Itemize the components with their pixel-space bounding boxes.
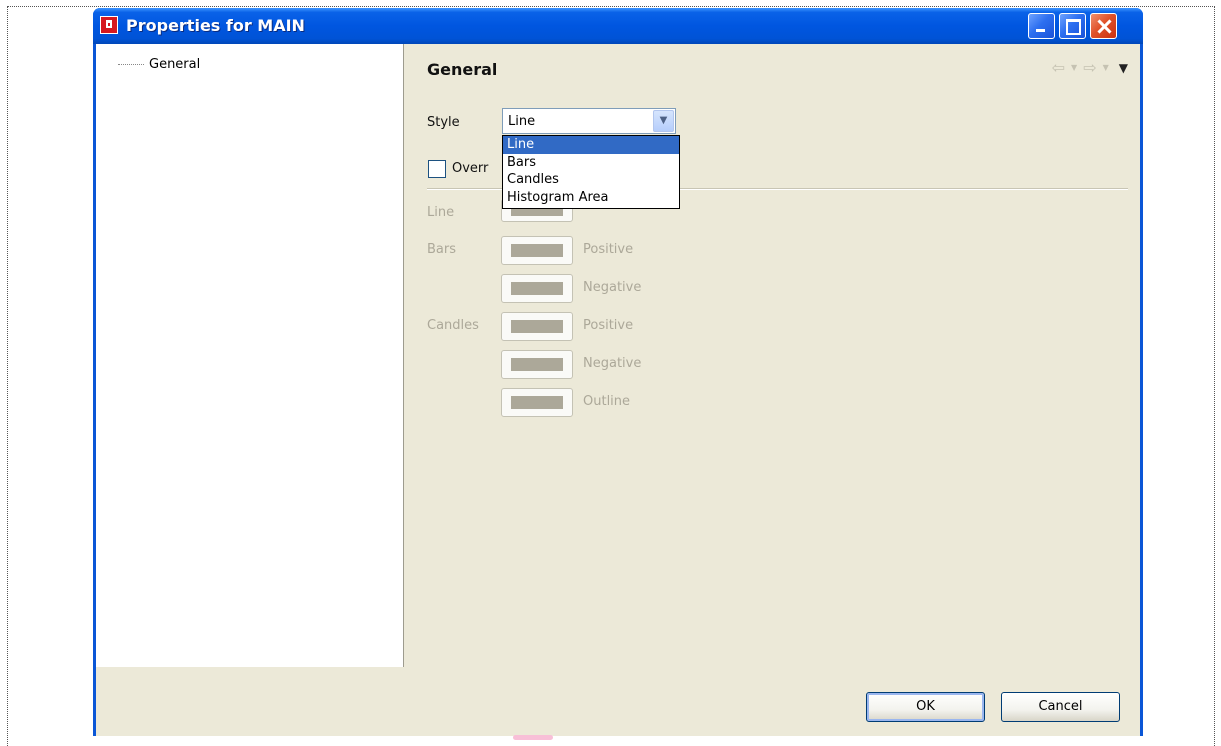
- properties-page: General ⇦ ▼ ⇨ ▼ ▼ Style Line ▼ Line Bars…: [405, 44, 1140, 667]
- override-label: Overr: [452, 161, 489, 176]
- style-option-line[interactable]: Line: [503, 136, 679, 154]
- button-bar: OK Cancel: [96, 668, 1140, 736]
- line-color-label: Line: [427, 205, 455, 220]
- dialog-client-area: General General ⇦ ▼ ⇨ ▼ ▼ Style Line ▼ L…: [96, 44, 1140, 736]
- ok-button[interactable]: OK: [866, 692, 985, 722]
- window-title: Properties for MAIN: [126, 16, 305, 35]
- cancel-button[interactable]: Cancel: [1001, 692, 1120, 722]
- forward-arrow-icon[interactable]: ⇨: [1083, 58, 1096, 77]
- title-bar[interactable]: Properties for MAIN: [93, 8, 1143, 44]
- bars-negative-label: Negative: [583, 280, 642, 295]
- bars-negative-swatch[interactable]: [501, 274, 573, 303]
- candles-positive-label: Positive: [583, 318, 634, 333]
- style-option-candles[interactable]: Candles: [503, 171, 679, 189]
- style-option-bars[interactable]: Bars: [503, 154, 679, 172]
- decorative-mark: [513, 735, 553, 740]
- tree-connector: [118, 64, 144, 65]
- candles-outline-label: Outline: [583, 394, 631, 409]
- close-button[interactable]: [1090, 13, 1117, 39]
- candles-negative-swatch[interactable]: [501, 350, 573, 379]
- bars-positive-label: Positive: [583, 242, 634, 257]
- back-arrow-icon[interactable]: ⇦: [1052, 58, 1065, 77]
- forward-dropdown-icon[interactable]: ▼: [1103, 63, 1109, 72]
- page-navigation: ⇦ ▼ ⇨ ▼ ▼: [1052, 58, 1128, 77]
- override-checkbox[interactable]: [428, 160, 446, 178]
- view-menu-icon[interactable]: ▼: [1119, 61, 1128, 75]
- style-label: Style: [427, 115, 460, 130]
- maximize-button[interactable]: [1059, 13, 1086, 39]
- style-dropdown-list: Line Bars Candles Histogram Area: [502, 135, 680, 209]
- tree-item-label: General: [149, 57, 201, 72]
- style-select[interactable]: Line ▼: [502, 108, 676, 134]
- page-title: General: [427, 60, 498, 79]
- back-dropdown-icon[interactable]: ▼: [1071, 63, 1077, 72]
- bars-positive-swatch[interactable]: [501, 236, 573, 265]
- candles-outline-swatch[interactable]: [501, 388, 573, 417]
- candles-negative-label: Negative: [583, 356, 642, 371]
- tree-pane: General: [96, 44, 404, 667]
- bars-color-label: Bars: [427, 242, 457, 257]
- chevron-down-icon[interactable]: ▼: [653, 110, 674, 132]
- properties-dialog: Properties for MAIN General General ⇦ ▼ …: [93, 8, 1143, 736]
- candles-color-label: Candles: [427, 318, 479, 333]
- style-option-histogram-area[interactable]: Histogram Area: [503, 189, 679, 207]
- app-icon: [100, 16, 118, 34]
- candles-positive-swatch[interactable]: [501, 312, 573, 341]
- tree-item-general[interactable]: General: [118, 56, 202, 73]
- style-select-value: Line: [508, 114, 536, 129]
- minimize-button[interactable]: [1028, 13, 1055, 39]
